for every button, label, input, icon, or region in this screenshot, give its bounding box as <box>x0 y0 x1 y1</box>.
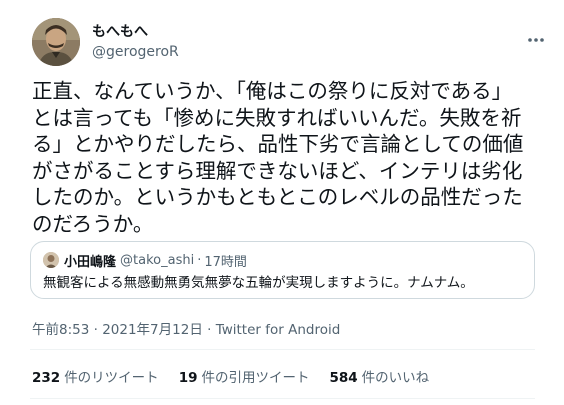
quotes-stat[interactable]: 19 件の引用ツイート <box>179 366 310 386</box>
tweet-text-line: がさがることすら理解できないほど、インテリは劣化 <box>32 158 523 183</box>
tweet-text-line: したのか。というかもともとこのレベルの品性だった <box>32 185 523 209</box>
divider <box>30 398 535 399</box>
tweet-text-line: 正直、なんていうか、「俺はこの祭りに反対である」 <box>32 79 513 103</box>
retweets-count: 232 <box>32 370 61 386</box>
author-names: もへもへ @gerogeroR <box>92 22 179 62</box>
quoted-time: 17時間 <box>204 254 247 270</box>
meta-separator: · <box>89 322 103 338</box>
likes-count: 584 <box>329 370 358 386</box>
divider <box>30 349 535 350</box>
quoted-user-avatar <box>43 252 59 268</box>
more-options-icon[interactable] <box>524 28 548 52</box>
meta-separator: · <box>202 322 216 338</box>
tweet-date[interactable]: 2021年7月12日 <box>102 322 203 338</box>
quoted-tweet-text: 無観客による無感動無勇気無夢な五輪が実現しますように。ナムナム。 <box>43 275 474 291</box>
quoted-tweet[interactable]: 小田嶋隆 @tako_ashi · 17時間 無観客による無感動無勇気無夢な五輪… <box>30 241 535 299</box>
tweet-text-line: とは言っても「惨めに失敗すればいいんだ。失敗を祈 <box>32 105 522 130</box>
quoted-separator: · <box>197 252 202 268</box>
tweet-metadata: 午前8:53 · 2021年7月12日 · Twitter for Androi… <box>32 318 340 338</box>
quoted-tweet-header: 小田嶋隆 @tako_ashi · 17時間 <box>43 251 522 270</box>
quoted-avatar-portrait-icon <box>43 252 59 268</box>
display-name[interactable]: もへもへ <box>92 22 179 42</box>
likes-label: 件のいいね <box>361 370 430 386</box>
retweets-stat[interactable]: 232 件のリツイート <box>32 366 159 386</box>
tweet-source[interactable]: Twitter for Android <box>216 322 341 338</box>
avatar-portrait-icon <box>32 18 80 66</box>
user-avatar[interactable] <box>32 18 80 66</box>
tweet-text-line: る」とかやりだしたら、品性下劣で言論としての価値 <box>32 132 524 156</box>
quoted-handle: @tako_ashi <box>120 252 195 268</box>
retweets-label: 件のリツイート <box>64 370 159 386</box>
tweet-header: もへもへ @gerogeroR <box>32 18 179 66</box>
tweet-detail: もへもへ @gerogeroR 正直、なんていうか、「俺はこの祭りに反対である」… <box>0 0 564 405</box>
quotes-count: 19 <box>178 370 198 386</box>
likes-stat[interactable]: 584 件のいいね <box>329 366 429 386</box>
quoted-display-name: 小田嶋隆 <box>64 254 117 270</box>
user-handle[interactable]: @gerogeroR <box>92 42 179 62</box>
quotes-label: 件の引用ツイート <box>201 370 310 386</box>
tweet-text: 正直、なんていうか、「俺はこの祭りに反対である」 とは言っても「惨めに失敗すれば… <box>32 78 532 237</box>
tweet-time[interactable]: 午前8:53 <box>32 322 89 338</box>
engagement-stats: 232 件のリツイート 19 件の引用ツイート 584 件のいいね <box>32 366 449 386</box>
tweet-text-line: のだろうか。 <box>32 211 154 236</box>
